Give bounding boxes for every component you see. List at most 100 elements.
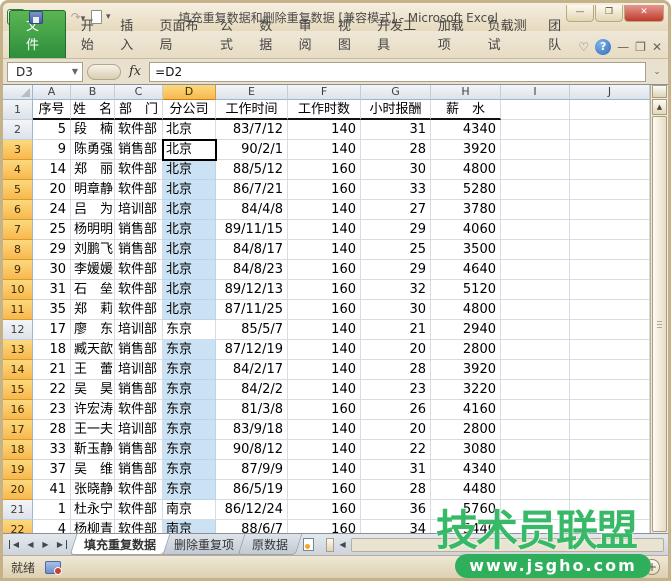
row-header-18[interactable]: 18 (3, 440, 33, 460)
cell-G16[interactable]: 26 (361, 400, 431, 420)
cell-G22[interactable]: 34 (361, 520, 431, 533)
scroll-left-icon[interactable]: ◀ (336, 540, 349, 549)
cell-J6[interactable] (570, 200, 650, 220)
column-header-I[interactable]: I (501, 85, 570, 100)
column-header-E[interactable]: E (216, 85, 288, 100)
cell-C13[interactable]: 销售部 (115, 340, 163, 360)
row-header-7[interactable]: 7 (3, 220, 33, 240)
cell-I12[interactable] (501, 320, 570, 340)
cell-B14[interactable]: 王 蕾 (71, 360, 115, 380)
cell-F11[interactable]: 160 (288, 300, 361, 320)
row-header-22[interactable]: 22 (3, 520, 33, 533)
cell-A21[interactable]: 1 (33, 500, 71, 520)
sheet-tab-2[interactable]: 原数据 (238, 534, 303, 555)
cell-F12[interactable]: 140 (288, 320, 361, 340)
cell-I19[interactable] (501, 460, 570, 480)
column-header-H[interactable]: H (431, 85, 501, 100)
cell-F8[interactable]: 140 (288, 240, 361, 260)
cell-G10[interactable]: 32 (361, 280, 431, 300)
row-header-12[interactable]: 12 (3, 320, 33, 340)
cell-B12[interactable]: 廖 东 (71, 320, 115, 340)
cell-E5[interactable]: 86/7/21 (216, 180, 288, 200)
cell-H12[interactable]: 2940 (431, 320, 501, 340)
cell-A20[interactable]: 41 (33, 480, 71, 500)
name-box[interactable]: D3 ▼ (7, 62, 83, 82)
column-header-G[interactable]: G (361, 85, 431, 100)
close-button[interactable]: ✕ (624, 5, 664, 22)
cell-B22[interactable]: 杨柳青 (71, 520, 115, 533)
cell-I13[interactable] (501, 340, 570, 360)
cell-B1[interactable]: 姓 名 (71, 100, 115, 120)
cell-E22[interactable]: 88/6/7 (216, 520, 288, 533)
cell-C9[interactable]: 软件部 (115, 260, 163, 280)
feedback-heart-icon[interactable]: ♡ (578, 40, 589, 54)
vertical-scrollbar[interactable]: ▲ (650, 85, 668, 533)
cell-J10[interactable] (570, 280, 650, 300)
macro-record-icon[interactable] (45, 561, 61, 574)
last-sheet-icon[interactable]: ▶ (54, 540, 67, 549)
cell-D17[interactable]: 东京 (163, 420, 216, 440)
cell-I1[interactable] (501, 100, 570, 120)
cell-E17[interactable]: 83/9/18 (216, 420, 288, 440)
cell-J9[interactable] (570, 260, 650, 280)
cell-I17[interactable] (501, 420, 570, 440)
cell-I3[interactable] (501, 140, 570, 160)
cell-C16[interactable]: 软件部 (115, 400, 163, 420)
cell-F7[interactable]: 140 (288, 220, 361, 240)
cell-G13[interactable]: 20 (361, 340, 431, 360)
cell-G17[interactable]: 20 (361, 420, 431, 440)
cell-A22[interactable]: 4 (33, 520, 71, 533)
cell-J13[interactable] (570, 340, 650, 360)
cell-F15[interactable]: 140 (288, 380, 361, 400)
cell-I15[interactable] (501, 380, 570, 400)
cell-B8[interactable]: 刘鹏飞 (71, 240, 115, 260)
cell-D3[interactable]: 北京 (163, 140, 216, 160)
row-header-4[interactable]: 4 (3, 160, 33, 180)
cell-E3[interactable]: 90/2/1 (216, 140, 288, 160)
cell-H18[interactable]: 3080 (431, 440, 501, 460)
row-header-21[interactable]: 21 (3, 500, 33, 520)
tab-4[interactable]: 数据 (250, 11, 289, 58)
cell-D1[interactable]: 分公司 (163, 100, 216, 120)
row-header-5[interactable]: 5 (3, 180, 33, 200)
workbook-close-icon[interactable]: ✕ (652, 40, 662, 54)
row-header-13[interactable]: 13 (3, 340, 33, 360)
cell-A11[interactable]: 35 (33, 300, 71, 320)
cell-A5[interactable]: 20 (33, 180, 71, 200)
name-box-dropdown-icon[interactable]: ▼ (72, 67, 82, 76)
cell-F3[interactable]: 140 (288, 140, 361, 160)
cell-A16[interactable]: 23 (33, 400, 71, 420)
cell-J14[interactable] (570, 360, 650, 380)
cell-A9[interactable]: 30 (33, 260, 71, 280)
column-header-B[interactable]: B (71, 85, 115, 100)
cell-A18[interactable]: 33 (33, 440, 71, 460)
row-header-9[interactable]: 9 (3, 260, 33, 280)
sheet-tab-1[interactable]: 删除重复项 (160, 534, 249, 555)
workbook-restore-icon[interactable]: ❐ (635, 40, 646, 54)
row-header-8[interactable]: 8 (3, 240, 33, 260)
cell-J12[interactable] (570, 320, 650, 340)
cell-H4[interactable]: 4800 (431, 160, 501, 180)
row-header-11[interactable]: 11 (3, 300, 33, 320)
cell-G2[interactable]: 31 (361, 120, 431, 140)
cell-I16[interactable] (501, 400, 570, 420)
cell-E15[interactable]: 84/2/2 (216, 380, 288, 400)
sheet-tab-0[interactable]: 填充重复数据 (70, 534, 171, 555)
cell-E21[interactable]: 86/12/24 (216, 500, 288, 520)
cell-I6[interactable] (501, 200, 570, 220)
cell-J19[interactable] (570, 460, 650, 480)
cell-J15[interactable] (570, 380, 650, 400)
row-header-19[interactable]: 19 (3, 460, 33, 480)
cell-A4[interactable]: 14 (33, 160, 71, 180)
cell-H10[interactable]: 5120 (431, 280, 501, 300)
cell-D16[interactable]: 东京 (163, 400, 216, 420)
tab-9[interactable]: 负载测试 (479, 11, 540, 58)
next-sheet-icon[interactable]: ▶ (39, 540, 52, 549)
cell-C5[interactable]: 软件部 (115, 180, 163, 200)
cell-C19[interactable]: 销售部 (115, 460, 163, 480)
cell-A15[interactable]: 22 (33, 380, 71, 400)
cell-H13[interactable]: 2800 (431, 340, 501, 360)
row-header-1[interactable]: 1 (3, 100, 33, 120)
cell-H8[interactable]: 3500 (431, 240, 501, 260)
cell-G14[interactable]: 28 (361, 360, 431, 380)
